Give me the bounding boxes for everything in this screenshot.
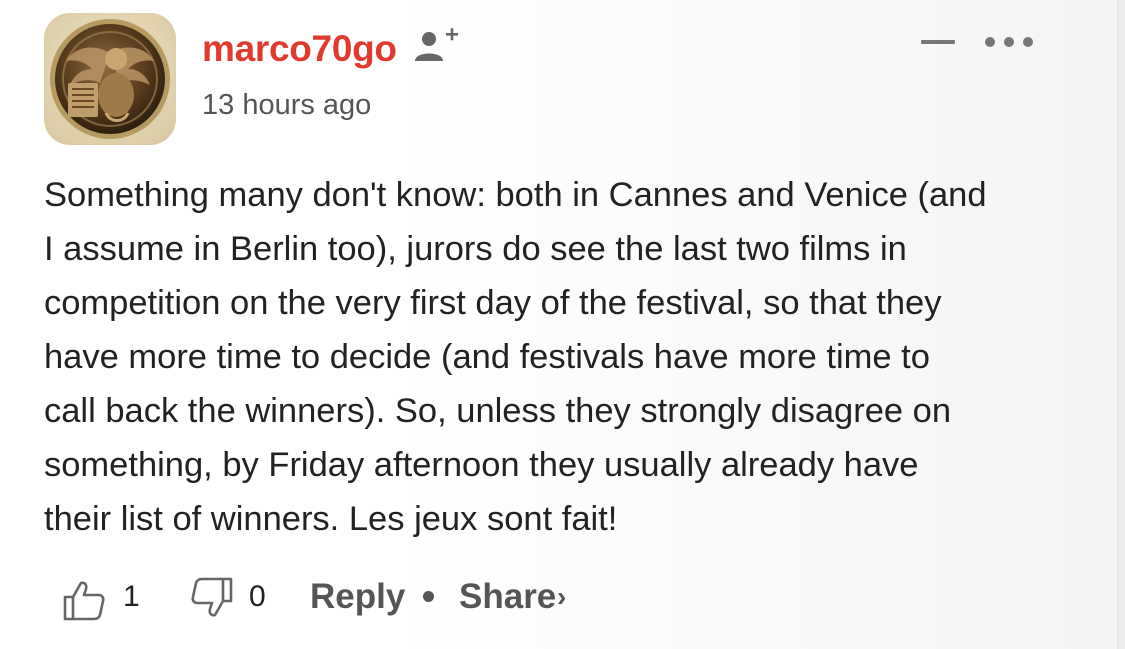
separator-dot	[423, 591, 434, 602]
scrollbar-track	[1117, 0, 1125, 649]
comment-body-line: competition on the very first day of the…	[44, 284, 942, 322]
reply-button[interactable]: Reply	[310, 577, 405, 617]
comment-card: marco70go 13 hours ago Something many do…	[0, 0, 1118, 649]
wax-seal-avatar-icon	[44, 13, 176, 145]
comment-body-line: I assume in Berlin too), jurors do see t…	[44, 230, 907, 268]
comment-body-line: their list of winners. Les jeux sont fai…	[44, 500, 618, 538]
comment-body-line: Something many don't know: both in Canne…	[44, 176, 987, 214]
add-user-icon[interactable]	[412, 24, 460, 68]
comment-body-line: something, by Friday afternoon they usua…	[44, 446, 919, 484]
comment-actions: 1 0 Reply Share ›	[62, 572, 762, 626]
downvote-count: 0	[249, 580, 266, 613]
chevron-right-icon[interactable]: ›	[557, 581, 566, 613]
ellipsis-icon[interactable]	[983, 34, 1035, 50]
comment-body: Something many don't know: both in Canne…	[44, 168, 1094, 546]
upvote-count: 1	[123, 580, 140, 613]
thumbs-up-icon[interactable]	[62, 578, 106, 622]
comment-body-line: call back the winners). So, unless they …	[44, 392, 952, 430]
avatar[interactable]	[44, 13, 176, 145]
username[interactable]: marco70go	[202, 28, 397, 70]
comment-body-line: have more time to decide (and festivals …	[44, 338, 930, 376]
share-button[interactable]: Share	[459, 577, 556, 617]
timestamp: 13 hours ago	[202, 89, 372, 121]
thumbs-down-icon[interactable]	[190, 576, 234, 620]
minus-icon[interactable]	[920, 36, 956, 48]
